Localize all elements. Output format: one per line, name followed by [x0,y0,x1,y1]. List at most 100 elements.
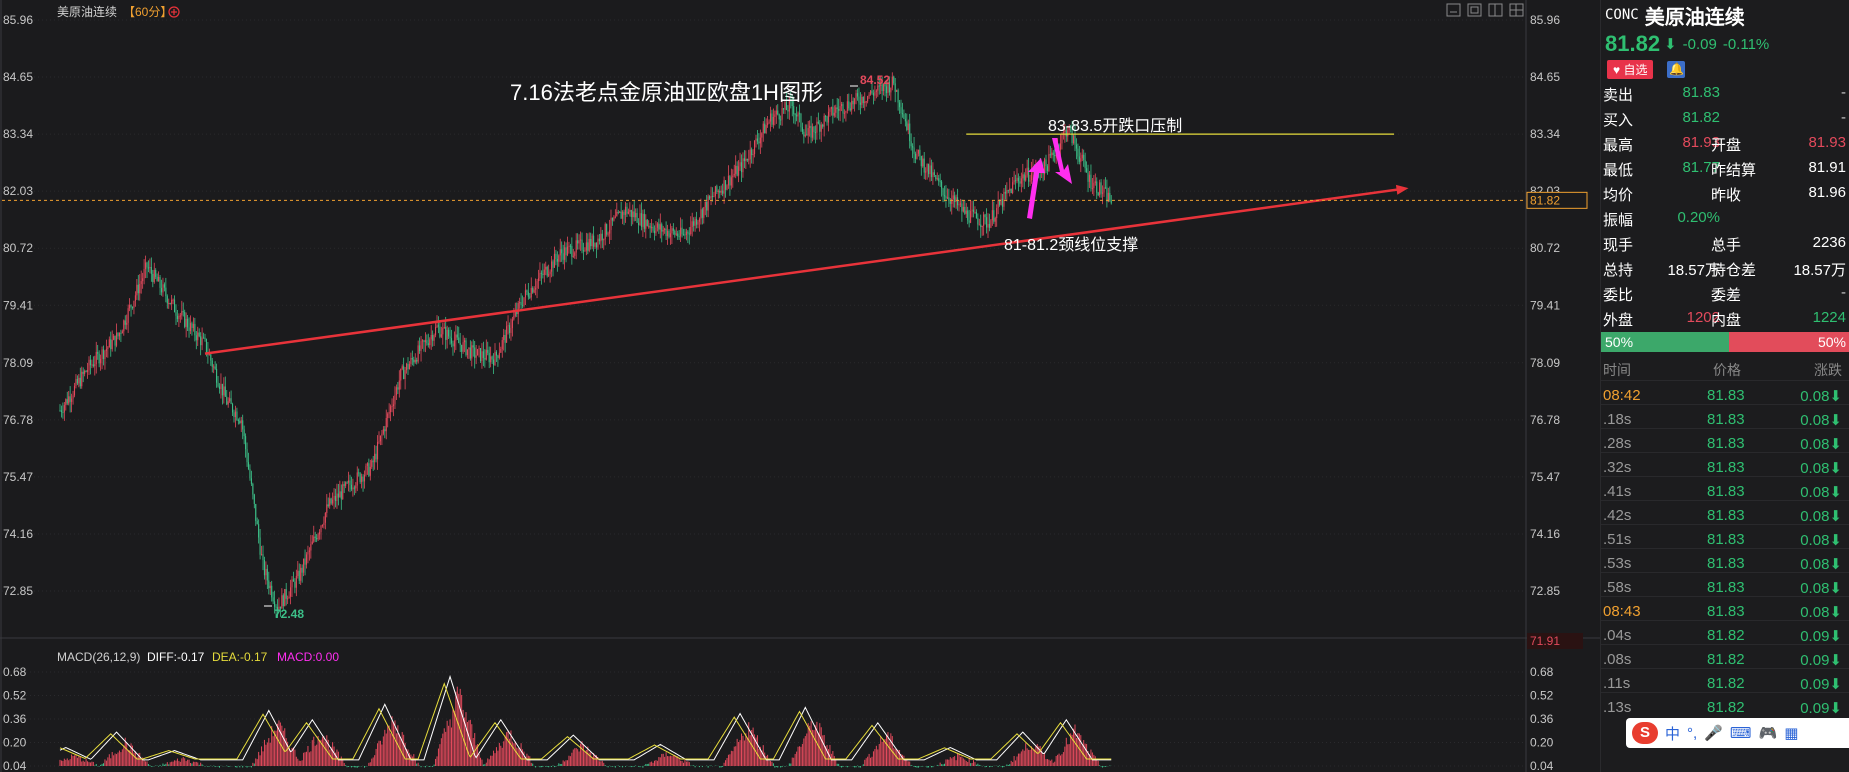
tick-row[interactable]: .13s 81.82 0.09⬇ [1601,692,1849,721]
candle-body [208,354,210,356]
candle-body [630,209,632,218]
price-tick-right: 84.65 [1530,70,1560,84]
candle-body [88,359,90,371]
tick-header-price: 价格 [1713,362,1741,378]
candle-body [430,334,432,340]
candle-body [184,312,186,327]
candle-body [716,186,718,192]
candle-body [897,90,899,103]
candle-body [907,123,909,131]
candle-body [572,255,574,257]
candle-body [838,109,840,111]
candle-body [150,267,152,274]
candle-body [532,287,534,293]
candle-body [361,476,363,482]
gamepad-icon[interactable]: 🎮 [1759,724,1778,742]
candle-body [543,269,545,275]
candle-body [292,579,294,582]
tick-change: 0.08 [1800,460,1830,477]
price-tick-left: 76.78 [3,413,33,427]
candle-body [369,466,371,476]
tick-price: 81.83 [1707,435,1745,452]
candle-body [690,227,692,235]
ime-lang-toggle[interactable]: 中 [1665,723,1680,744]
candle-body [333,495,335,500]
candle-body [81,371,83,387]
candle-body [574,252,576,256]
candle-body [75,378,77,386]
quote-value: 81.82 [1682,109,1720,126]
tick-change-cell: 0.08⬇ [1800,387,1842,405]
punctuation-icon[interactable]: °, [1687,725,1697,742]
candle-body [1010,188,1012,194]
candle-body [1022,174,1024,179]
candle-body [98,353,100,364]
candle-body [408,364,410,370]
candlestick-chart[interactable]: 7.16法老点金原油亚欧盘1H图形 83-83.5开跌口压制 81-81.2颈线… [0,0,1600,772]
quote-value: 18.57万 [1793,262,1846,279]
candle-body [848,101,850,109]
candle-body [397,387,399,390]
candle-body [649,225,651,229]
candle-body [694,218,696,226]
candle-body [498,352,500,358]
candle-body [519,302,521,304]
candle-body [443,326,445,329]
candle-body [936,178,938,180]
price-tick-right: 79.41 [1530,298,1560,312]
candle-body [553,253,555,268]
quote-label: 卖出 [1603,87,1634,104]
quote-label: 开盘 [1711,137,1742,154]
candle-body [433,335,435,341]
candle-body [92,364,94,367]
microphone-icon[interactable]: 🎤 [1704,724,1723,742]
candle-body [453,340,455,347]
quote-row: 委比 - 委差 - [1601,280,1849,305]
candle-body [216,368,218,383]
candle-body [591,235,593,247]
candle-body [187,318,189,328]
quote-row: 最低 81.77 昨结算 81.91 [1601,155,1849,180]
chart-period-label[interactable]: 【60分】 [123,5,172,19]
candle-body [662,230,664,232]
candle-body [490,356,492,363]
candle-body [632,211,634,218]
add-favorite-button[interactable]: ♥ 自选 [1607,59,1654,79]
candle-body [825,115,827,117]
candle-body [1087,172,1089,182]
candle-body [522,305,524,307]
candle-body [205,339,207,353]
candle-body [558,255,560,262]
candle-body [123,320,125,332]
candle-body [436,325,438,328]
bell-icon[interactable]: 🔔 [1667,60,1686,78]
quote-panel: CONC 美原油连续 81.82 ⬇ -0.09 -0.11% ♥ 自选 🔔 卖… [1600,0,1849,772]
quote-row: 现手 - 总手 2236 [1601,230,1849,255]
candle-body [952,195,954,200]
candle-body [970,211,972,223]
candle-body [904,119,906,122]
ime-logo-icon[interactable]: S [1632,722,1658,744]
keyboard-icon[interactable]: ⌨ [1730,724,1752,742]
candle-body [812,126,814,138]
candle-body [427,343,429,346]
candle-body [972,209,975,213]
candle-body [1048,154,1050,171]
tick-header-time: 时间 [1603,362,1631,378]
candle-body [958,204,960,206]
candle-body [214,366,216,369]
tick-price: 81.83 [1707,507,1745,524]
candle-body [839,106,841,111]
candle-body [95,351,97,365]
candle-body [439,326,441,337]
candle-body [551,261,553,272]
candle-body [200,336,202,346]
candle-body [174,299,176,313]
candle-body [740,162,743,173]
price-tick-left: 78.09 [3,356,33,370]
apps-icon[interactable]: ▦ [1784,724,1798,742]
candle-body [91,364,93,366]
candle-body [371,460,373,467]
ime-toolbar[interactable]: S 中 °, 🎤 ⌨ 🎮 ▦ [1626,718,1849,748]
candle-body [754,140,756,155]
